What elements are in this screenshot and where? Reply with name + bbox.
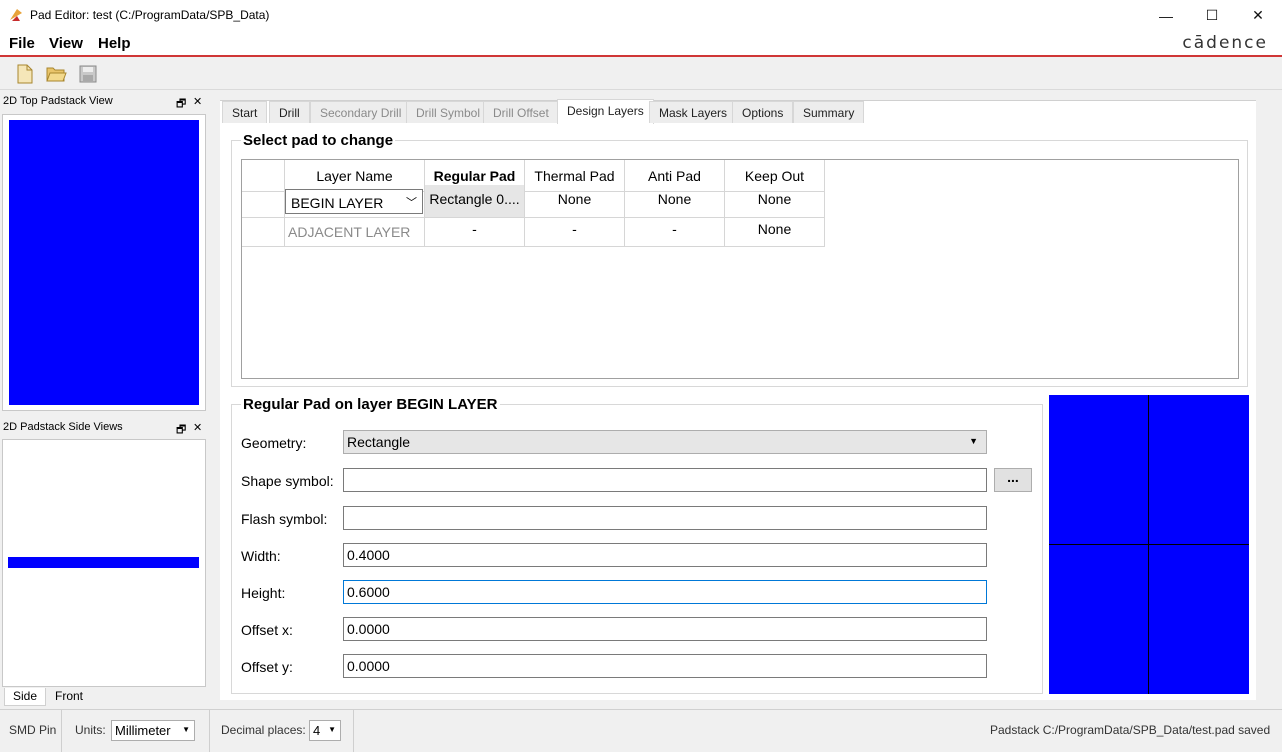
pin-type-status: SMD Pin bbox=[9, 723, 57, 737]
offset-y-input[interactable]: 0.0000 bbox=[343, 654, 987, 678]
width-label: Width: bbox=[241, 548, 281, 564]
title-bar: Pad Editor: test (C:/ProgramData/SPB_Dat… bbox=[0, 0, 1282, 31]
width-input[interactable]: 0.4000 bbox=[343, 543, 987, 567]
tab-secondary-drill[interactable]: Secondary Drill bbox=[310, 101, 412, 123]
shape-symbol-input[interactable] bbox=[343, 468, 987, 492]
offset-x-input[interactable]: 0.0000 bbox=[343, 617, 987, 641]
window-title: Pad Editor: test (C:/ProgramData/SPB_Dat… bbox=[30, 8, 270, 22]
decimal-places-select[interactable]: 4 ▼ bbox=[309, 720, 341, 741]
side-views-title-text: 2D Padstack Side Views bbox=[3, 421, 123, 433]
flash-symbol-label: Flash symbol: bbox=[241, 511, 328, 527]
new-file-icon[interactable] bbox=[14, 63, 36, 85]
close-panel-icon[interactable]: ✕ bbox=[193, 421, 202, 434]
top-view-pad-shape bbox=[9, 120, 199, 405]
regular-pad-title: Regular Pad on layer BEGIN LAYER bbox=[241, 396, 500, 413]
menu-help[interactable]: Help bbox=[98, 35, 131, 52]
open-folder-icon[interactable] bbox=[45, 63, 67, 85]
pad-shape-preview bbox=[1049, 395, 1249, 694]
close-panel-icon[interactable]: ✕ bbox=[193, 95, 202, 108]
height-input[interactable]: 0.6000 bbox=[343, 580, 987, 604]
units-value: Millimeter bbox=[115, 723, 171, 738]
height-label: Height: bbox=[241, 585, 286, 601]
side-views-panel-title: 2D Padstack Side Views 🗗 ✕ bbox=[0, 419, 208, 437]
save-disk-icon[interactable] bbox=[77, 63, 99, 85]
chevron-down-icon: ﹀ bbox=[406, 197, 417, 209]
cell-keep-out[interactable]: None bbox=[725, 185, 825, 218]
decimal-places-label: Decimal places: bbox=[221, 723, 306, 737]
status-divider bbox=[61, 710, 62, 752]
geometry-select[interactable]: Rectangle ▼ bbox=[343, 430, 987, 454]
tab-options[interactable]: Options bbox=[732, 101, 794, 123]
status-divider bbox=[353, 710, 354, 752]
top-view-title-text: 2D Top Padstack View bbox=[3, 95, 113, 107]
tab-summary[interactable]: Summary bbox=[793, 101, 865, 123]
tab-start[interactable]: Start bbox=[222, 101, 268, 123]
maximize-button[interactable]: ☐ bbox=[1189, 0, 1235, 31]
dropdown-arrow-icon: ▼ bbox=[328, 725, 336, 734]
side-view-pad-shape bbox=[8, 557, 199, 568]
layer-select[interactable]: BEGIN LAYER ﹀ bbox=[285, 189, 423, 214]
cadence-logo: cādence bbox=[1182, 33, 1268, 53]
cell-keep-out[interactable]: None bbox=[725, 218, 825, 247]
cell-thermal-pad[interactable]: - bbox=[525, 218, 625, 247]
minimize-icon: — bbox=[1159, 7, 1173, 24]
row-header bbox=[242, 185, 285, 218]
menu-file[interactable]: File bbox=[9, 35, 35, 52]
maximize-icon: ☐ bbox=[1205, 7, 1219, 23]
flash-symbol-input[interactable] bbox=[343, 506, 987, 530]
tab-drill-offset[interactable]: Drill Offset bbox=[483, 101, 559, 123]
cell-thermal-pad[interactable]: None bbox=[525, 185, 625, 218]
units-label: Units: bbox=[75, 723, 106, 737]
select-pad-title: Select pad to change bbox=[241, 132, 396, 149]
tab-drill[interactable]: Drill bbox=[269, 101, 310, 123]
pad-editor-app-icon bbox=[10, 9, 22, 21]
close-icon: ✕ bbox=[1252, 7, 1264, 23]
preview-crosshair-horizontal bbox=[1049, 544, 1249, 545]
cell-anti-pad[interactable]: - bbox=[625, 218, 725, 247]
status-message: Padstack C:/ProgramData/SPB_Data/test.pa… bbox=[990, 723, 1271, 737]
cell-regular-pad-selected[interactable]: Rectangle 0.... bbox=[425, 185, 525, 218]
shape-symbol-label: Shape symbol: bbox=[241, 473, 334, 489]
cell-anti-pad[interactable]: None bbox=[625, 185, 725, 218]
tab-front[interactable]: Front bbox=[47, 688, 91, 706]
units-select[interactable]: Millimeter ▼ bbox=[111, 720, 195, 741]
toolbar bbox=[0, 58, 1282, 90]
browse-shape-button[interactable]: ... bbox=[994, 468, 1032, 492]
row-header bbox=[242, 218, 285, 247]
tab-drill-symbol[interactable]: Drill Symbol bbox=[406, 101, 491, 123]
layer-select-value: BEGIN LAYER bbox=[291, 195, 384, 211]
tab-mask-layers[interactable]: Mask Layers bbox=[649, 101, 738, 123]
geometry-label: Geometry: bbox=[241, 435, 307, 451]
cell-layer-name[interactable]: ADJACENT LAYER bbox=[285, 218, 425, 247]
offset-y-label: Offset y: bbox=[241, 659, 293, 675]
close-window-button[interactable]: ✕ bbox=[1235, 0, 1281, 31]
float-panel-icon[interactable]: 🗗 bbox=[176, 95, 186, 114]
float-panel-icon[interactable]: 🗗 bbox=[176, 421, 186, 440]
offset-x-label: Offset x: bbox=[241, 622, 293, 638]
decimal-places-value: 4 bbox=[313, 723, 321, 738]
cell-regular-pad[interactable]: - bbox=[425, 218, 525, 247]
geometry-value: Rectangle bbox=[347, 434, 411, 450]
tab-design-layers[interactable]: Design Layers bbox=[557, 99, 654, 124]
menu-bar: File View Help cādence bbox=[0, 31, 1282, 57]
dropdown-arrow-icon: ▼ bbox=[182, 725, 190, 734]
tab-side[interactable]: Side bbox=[4, 688, 47, 706]
top-view-panel-title: 2D Top Padstack View 🗗 ✕ bbox=[0, 93, 208, 111]
status-divider bbox=[209, 710, 210, 752]
dropdown-arrow-icon: ▼ bbox=[969, 436, 978, 446]
table-row: BEGIN LAYER ﹀ bbox=[285, 185, 425, 218]
status-bar: SMD Pin Units: Millimeter ▼ Decimal plac… bbox=[0, 709, 1282, 752]
minimize-button[interactable]: — bbox=[1143, 0, 1189, 31]
menu-view[interactable]: View bbox=[49, 35, 83, 52]
